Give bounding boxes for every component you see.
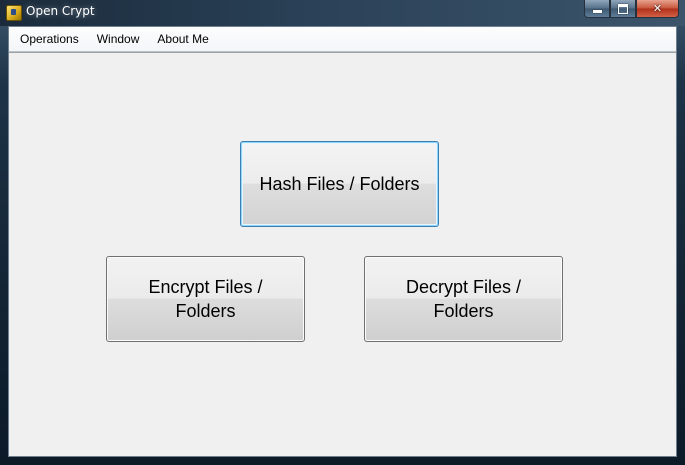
hash-files-label: Hash Files / Folders (259, 174, 420, 194)
close-icon: ✕ (652, 2, 663, 15)
close-button[interactable]: ✕ (636, 0, 679, 18)
app-window: Open Crypt ✕ Operations Window About Me … (0, 0, 685, 465)
encrypt-files-button[interactable]: Encrypt Files / Folders (106, 256, 305, 342)
minimize-icon (592, 10, 602, 13)
maximize-icon (618, 3, 628, 14)
maximize-button[interactable] (610, 0, 636, 18)
main-panel: Hash Files / Folders Encrypt Files / Fol… (9, 52, 676, 456)
client-area: Operations Window About Me Hash Files / … (8, 26, 677, 457)
menu-bar: Operations Window About Me (9, 27, 676, 52)
decrypt-files-button[interactable]: Decrypt Files / Folders (364, 256, 563, 342)
window-title: Open Crypt (26, 4, 95, 18)
menu-operations[interactable]: Operations (11, 29, 88, 49)
encrypt-files-label: Encrypt Files / Folders (148, 277, 263, 321)
caption-buttons: ✕ (584, 0, 679, 19)
app-lock-icon (6, 5, 22, 21)
menu-window[interactable]: Window (88, 29, 149, 49)
menu-about-me[interactable]: About Me (148, 29, 217, 49)
decrypt-files-label: Decrypt Files / Folders (405, 277, 522, 321)
hash-files-button[interactable]: Hash Files / Folders (240, 141, 439, 227)
title-bar[interactable]: Open Crypt ✕ (0, 0, 685, 26)
minimize-button[interactable] (584, 0, 610, 18)
